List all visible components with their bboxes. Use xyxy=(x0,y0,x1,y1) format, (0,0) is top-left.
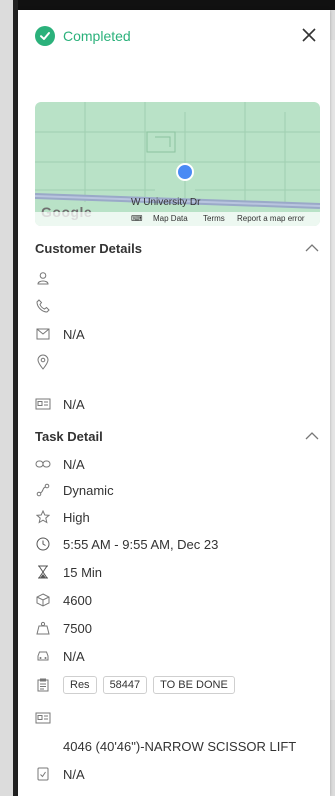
tag-chip: 58447 xyxy=(102,676,148,694)
task-duration-row: 15 Min xyxy=(35,562,320,582)
close-icon[interactable] xyxy=(298,24,320,46)
task-time-row: 5:55 AM - 9:55 AM, Dec 23 xyxy=(35,534,320,554)
task-volume-row: 4600 xyxy=(35,590,320,610)
keyboard-icon[interactable]: ⌨ xyxy=(131,214,143,223)
customer-extra-value: N/A xyxy=(63,396,85,412)
customer-extra-row: N/A xyxy=(35,394,320,414)
task-detail-header[interactable]: Task Detail xyxy=(35,426,320,446)
report-map-error-link[interactable]: Report a map error xyxy=(237,214,305,223)
task-item-value: 4046 (40'46")-NARROW SCISSOR LIFT xyxy=(63,738,297,754)
id-card-icon xyxy=(35,710,51,726)
status-indicator: Completed xyxy=(35,26,131,46)
id-card-icon xyxy=(35,396,51,412)
hourglass-icon xyxy=(35,564,51,580)
mail-icon xyxy=(35,326,51,342)
person-icon xyxy=(35,270,51,286)
window-right-edge xyxy=(330,40,335,700)
map-terms-link[interactable]: Terms xyxy=(203,214,225,223)
task-priority-value: High xyxy=(63,509,90,525)
task-tags-row: Res 58447 TO BE DONE xyxy=(35,675,320,695)
customer-details-title: Customer Details xyxy=(35,240,142,256)
star-icon xyxy=(35,509,51,525)
task-type-row: Dynamic xyxy=(35,480,320,500)
task-item-row: 4046 (40'46")-NARROW SCISSOR LIFT xyxy=(63,736,323,756)
task-item-icon-row xyxy=(35,708,320,728)
status-label: Completed xyxy=(63,28,131,44)
task-time-value: 5:55 AM - 9:55 AM, Dec 23 xyxy=(63,536,219,552)
car-icon xyxy=(35,648,51,664)
task-link-value: N/A xyxy=(63,456,85,472)
customer-phone-row xyxy=(35,296,320,316)
clipboard-icon xyxy=(35,677,51,693)
tag-chip: Res xyxy=(63,676,97,694)
map-footer: ⌨ Map Data Terms Report a map error xyxy=(35,212,320,226)
cube-icon xyxy=(35,592,51,608)
task-checklist-value: N/A xyxy=(63,766,85,782)
customer-name-row xyxy=(35,268,320,288)
task-weight-value: 7500 xyxy=(63,620,92,636)
chevron-up-icon[interactable] xyxy=(304,240,320,256)
customer-email: N/A xyxy=(63,326,85,342)
route-icon xyxy=(35,482,51,498)
clock-icon xyxy=(35,536,51,552)
window-top-edge xyxy=(15,0,335,10)
task-volume-value: 4600 xyxy=(63,592,92,608)
map-data-link[interactable]: Map Data xyxy=(153,214,188,223)
chevron-up-icon[interactable] xyxy=(304,428,320,444)
screen-frame: Completed W University Dr Google ⌨ Map D… xyxy=(0,0,335,796)
map-road-label: W University Dr xyxy=(131,197,201,208)
task-priority-row: High xyxy=(35,507,320,527)
customer-email-row: N/A xyxy=(35,324,320,344)
location-pin-icon xyxy=(35,354,51,370)
tag-chip: TO BE DONE xyxy=(153,676,235,694)
task-vehicle-row: N/A xyxy=(35,646,320,666)
task-detail-panel: Completed W University Dr Google ⌨ Map D… xyxy=(18,10,330,796)
phone-icon xyxy=(35,298,51,314)
location-map[interactable]: W University Dr Google ⌨ Map Data Terms … xyxy=(35,102,320,226)
task-weight-row: 7500 xyxy=(35,618,320,638)
link-icon xyxy=(35,456,51,472)
customer-address-row xyxy=(35,352,320,372)
customer-details-header[interactable]: Customer Details xyxy=(35,238,320,258)
checkbox-document-icon xyxy=(35,766,51,782)
task-vehicle-value: N/A xyxy=(63,648,85,664)
task-type-value: Dynamic xyxy=(63,482,114,498)
task-detail-title: Task Detail xyxy=(35,428,103,444)
task-link-row: N/A xyxy=(35,454,320,474)
task-duration-value: 15 Min xyxy=(63,564,103,580)
task-checklist-row: N/A xyxy=(35,764,320,784)
panel-header: Completed xyxy=(18,10,330,60)
weight-icon xyxy=(35,620,51,636)
check-circle-icon xyxy=(35,26,55,46)
